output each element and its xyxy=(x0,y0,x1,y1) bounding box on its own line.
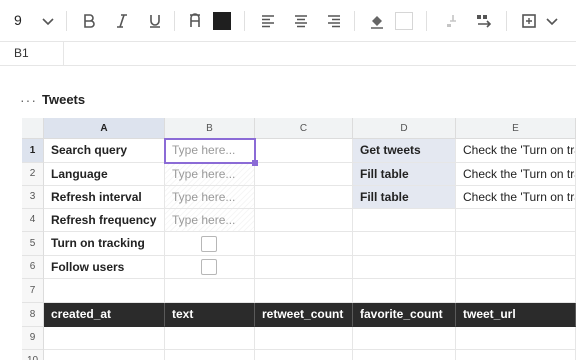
cell-d7[interactable] xyxy=(353,279,456,303)
toolbar: 9 xyxy=(0,0,576,42)
column-header-e[interactable]: E xyxy=(456,118,576,139)
table-header-tweet-url[interactable]: tweet_url xyxy=(456,303,576,327)
column-header-c[interactable]: C xyxy=(255,118,353,139)
table-row[interactable] xyxy=(255,350,353,360)
table-header-retweet-count[interactable]: retweet_count xyxy=(255,303,353,327)
cell-e5[interactable] xyxy=(456,232,576,256)
chevron-down-icon[interactable] xyxy=(38,9,58,33)
tracking-note: Check the 'Turn on tracking' box to refr… xyxy=(456,139,576,163)
tracking-note: Check the 'Turn on tracking' box to refr… xyxy=(456,186,576,209)
table-row[interactable] xyxy=(456,327,576,350)
align-left-icon[interactable] xyxy=(257,9,279,33)
align-center-icon[interactable] xyxy=(290,9,312,33)
underline-icon[interactable] xyxy=(144,9,166,33)
cell-e6[interactable] xyxy=(456,256,576,279)
cell-b6 xyxy=(165,256,255,279)
row-header-10[interactable]: 10 xyxy=(22,350,44,360)
table-row[interactable] xyxy=(255,327,353,350)
table-row[interactable] xyxy=(44,350,165,360)
cell-d5[interactable] xyxy=(353,232,456,256)
row-header-1[interactable]: 1 xyxy=(22,139,44,163)
cell-c5[interactable] xyxy=(255,232,353,256)
column-header-d[interactable]: D xyxy=(353,118,456,139)
cell-c2[interactable] xyxy=(255,163,353,186)
cell-reference[interactable]: B1 xyxy=(0,42,64,65)
cell-b5 xyxy=(165,232,255,256)
cell-d4[interactable] xyxy=(353,209,456,232)
row-header-2[interactable]: 2 xyxy=(22,163,44,186)
label-search-query: Search query xyxy=(44,139,165,163)
tracking-note: Check the 'Turn on tracking' box to refr… xyxy=(456,163,576,186)
row-header-6[interactable]: 6 xyxy=(22,256,44,279)
refresh-interval-input[interactable]: Type here... xyxy=(165,186,255,209)
fill-color-swatch[interactable] xyxy=(212,9,232,33)
formula-bar: B1 xyxy=(0,42,576,66)
row-header-4[interactable]: 4 xyxy=(22,209,44,232)
select-all-corner[interactable] xyxy=(22,118,44,139)
label-turn-on-tracking: Turn on tracking xyxy=(44,232,165,256)
cell-b7[interactable] xyxy=(165,279,255,303)
text-color-icon[interactable] xyxy=(184,9,206,33)
table-header-text[interactable]: text xyxy=(165,303,255,327)
fill-table-button[interactable]: Fill table xyxy=(353,186,456,209)
freeze-icon[interactable] xyxy=(440,9,462,33)
table-header-favorite-count[interactable]: favorite_count xyxy=(353,303,456,327)
tracking-checkbox[interactable] xyxy=(201,236,217,252)
table-row[interactable] xyxy=(165,350,255,360)
follow-users-checkbox[interactable] xyxy=(201,259,217,275)
border-swatch[interactable] xyxy=(394,9,414,33)
row-header-5[interactable]: 5 xyxy=(22,232,44,256)
table-row[interactable] xyxy=(353,327,456,350)
row-header-9[interactable]: 9 xyxy=(22,327,44,350)
sheet-menu-icon[interactable]: ··· xyxy=(20,92,37,108)
cell-c7[interactable] xyxy=(255,279,353,303)
font-size-value[interactable]: 9 xyxy=(14,12,22,28)
sheet-title: Tweets xyxy=(42,92,86,107)
table-row[interactable] xyxy=(456,350,576,360)
refresh-frequency-input[interactable]: Type here... xyxy=(165,209,255,232)
cell-c4[interactable] xyxy=(255,209,353,232)
column-header-b[interactable]: B xyxy=(165,118,255,139)
row-header-8[interactable]: 8 xyxy=(22,303,44,327)
get-tweets-button[interactable]: Get tweets xyxy=(353,139,456,163)
spreadsheet-grid: A B C D E 1 2 3 4 5 6 7 8 9 10 Search qu… xyxy=(0,118,576,360)
chevron-down-icon[interactable] xyxy=(542,9,562,33)
cell-a7[interactable] xyxy=(44,279,165,303)
cell-c6[interactable] xyxy=(255,256,353,279)
row-header-7[interactable]: 7 xyxy=(22,279,44,303)
row-header-3[interactable]: 3 xyxy=(22,186,44,209)
table-header-created-at[interactable]: created_at xyxy=(44,303,165,327)
search-query-input[interactable]: Type here... xyxy=(165,139,255,163)
label-refresh-interval: Refresh interval xyxy=(44,186,165,209)
table-row[interactable] xyxy=(353,350,456,360)
italic-icon[interactable] xyxy=(111,9,133,33)
bold-icon[interactable] xyxy=(78,9,100,33)
column-header-a[interactable]: A xyxy=(44,118,165,139)
language-input[interactable]: Type here... xyxy=(165,163,255,186)
cell-d6[interactable] xyxy=(353,256,456,279)
merge-icon[interactable] xyxy=(518,9,540,33)
table-row[interactable] xyxy=(165,327,255,350)
cell-c1[interactable] xyxy=(255,139,353,163)
align-right-icon[interactable] xyxy=(323,9,345,33)
cell-e4[interactable] xyxy=(456,209,576,232)
paint-bucket-icon[interactable] xyxy=(366,9,388,33)
fill-table-button[interactable]: Fill table xyxy=(353,163,456,186)
wrap-icon[interactable] xyxy=(472,9,496,33)
cell-e7[interactable] xyxy=(456,279,576,303)
label-follow-users: Follow users xyxy=(44,256,165,279)
cell-c3[interactable] xyxy=(255,186,353,209)
table-row[interactable] xyxy=(44,327,165,350)
label-language: Language xyxy=(44,163,165,186)
label-refresh-frequency: Refresh frequency xyxy=(44,209,165,232)
